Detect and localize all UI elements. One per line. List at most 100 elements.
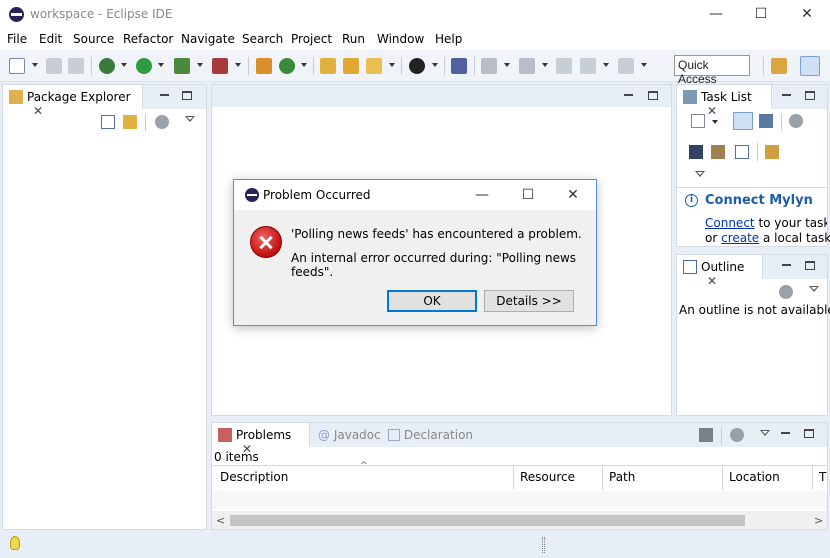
last-edit-location-icon[interactable] bbox=[556, 58, 572, 74]
quick-access-input[interactable]: Quick Access bbox=[674, 55, 750, 86]
menu-navigate[interactable]: Navigate bbox=[181, 32, 235, 46]
save-all-icon[interactable] bbox=[68, 58, 84, 74]
external-tools-icon[interactable] bbox=[212, 58, 228, 74]
previous-annotation-icon[interactable] bbox=[519, 58, 535, 74]
minimize-view-icon[interactable] bbox=[160, 94, 169, 96]
search-icon[interactable] bbox=[366, 58, 382, 74]
tab-declaration[interactable]: Declaration bbox=[388, 428, 473, 442]
scrollbar-thumb[interactable] bbox=[230, 515, 745, 526]
menu-file[interactable]: File bbox=[7, 32, 27, 46]
create-link[interactable]: create bbox=[721, 231, 759, 245]
debug-icon[interactable] bbox=[99, 58, 115, 74]
connect-link[interactable]: Connect bbox=[705, 216, 755, 230]
minimize-view-icon[interactable] bbox=[781, 432, 790, 434]
ok-button[interactable]: OK bbox=[387, 290, 477, 312]
maximize-view-icon[interactable] bbox=[182, 91, 192, 100]
tab-problems[interactable]: Problems✕ bbox=[212, 423, 310, 456]
column-type[interactable]: T bbox=[813, 466, 827, 490]
maximize-view-icon[interactable] bbox=[804, 429, 814, 438]
run-dropdown-icon[interactable] bbox=[158, 63, 164, 67]
column-description[interactable]: Description bbox=[214, 466, 514, 490]
menu-source[interactable]: Source bbox=[73, 32, 114, 46]
package-explorer-icon bbox=[9, 90, 23, 104]
open-type-icon[interactable] bbox=[320, 58, 336, 74]
menu-search[interactable]: Search bbox=[242, 32, 283, 46]
scheduled-icon[interactable] bbox=[759, 114, 773, 128]
status-divider-handle[interactable] bbox=[542, 537, 545, 553]
dialog-minimize-button[interactable]: — bbox=[472, 185, 492, 205]
open-task-icon[interactable] bbox=[343, 58, 359, 74]
tab-package-explorer[interactable]: Package Explorer✕ bbox=[3, 85, 143, 118]
horizontal-scrollbar[interactable]: < > bbox=[212, 511, 827, 529]
tab-outline[interactable]: Outline✕ bbox=[677, 255, 763, 288]
column-location[interactable]: Location bbox=[723, 466, 813, 490]
mylyn-dropdown-icon[interactable] bbox=[432, 63, 438, 67]
collapse-all-icon[interactable] bbox=[735, 145, 749, 159]
close-tab-icon[interactable]: ✕ bbox=[707, 274, 717, 288]
toggle-mark-occurrences-icon[interactable] bbox=[451, 58, 467, 74]
run-icon[interactable] bbox=[136, 58, 152, 74]
menu-edit[interactable]: Edit bbox=[39, 32, 62, 46]
close-tab-icon[interactable]: ✕ bbox=[707, 104, 717, 118]
scroll-left-icon[interactable]: < bbox=[216, 514, 225, 527]
view-menu-icon[interactable] bbox=[695, 171, 705, 177]
close-button[interactable]: ✕ bbox=[797, 4, 817, 24]
column-resource[interactable]: Resource bbox=[514, 466, 603, 490]
tab-javadoc[interactable]: @ Javadoc bbox=[318, 428, 381, 442]
search-dropdown-icon[interactable] bbox=[389, 63, 395, 67]
save-icon[interactable] bbox=[46, 58, 62, 74]
menu-refactor[interactable]: Refactor bbox=[123, 32, 173, 46]
java-perspective-icon[interactable] bbox=[800, 56, 820, 76]
coverage-icon[interactable] bbox=[174, 58, 190, 74]
dialog-maximize-button[interactable]: ☐ bbox=[518, 185, 538, 205]
menu-project[interactable]: Project bbox=[291, 32, 332, 46]
minimize-editor-icon[interactable] bbox=[624, 94, 633, 96]
maximize-view-icon[interactable] bbox=[805, 91, 815, 100]
scroll-right-icon[interactable]: > bbox=[814, 514, 823, 527]
focus-on-workweek-icon[interactable] bbox=[689, 145, 703, 159]
filter-icon[interactable] bbox=[155, 115, 169, 129]
filter-icon[interactable] bbox=[789, 114, 803, 128]
link-with-editor-icon[interactable] bbox=[123, 115, 137, 129]
open-perspective-icon[interactable] bbox=[771, 58, 787, 74]
next-annotation-icon[interactable] bbox=[481, 58, 497, 74]
minimize-view-icon[interactable] bbox=[782, 94, 791, 96]
filter-icon[interactable] bbox=[730, 428, 744, 442]
focus-on-active-task-icon[interactable] bbox=[699, 428, 713, 442]
javadoc-icon: @ bbox=[318, 428, 330, 442]
synchronize-icon[interactable] bbox=[765, 145, 779, 159]
view-menu-icon[interactable] bbox=[809, 286, 819, 292]
back-icon[interactable] bbox=[580, 58, 596, 74]
new-dropdown-icon[interactable] bbox=[32, 63, 38, 67]
tab-task-list[interactable]: Task List✕ bbox=[677, 85, 772, 118]
maximize-view-icon[interactable] bbox=[805, 261, 815, 270]
dialog-close-button[interactable]: ✕ bbox=[563, 185, 583, 205]
mylyn-icon[interactable] bbox=[409, 58, 425, 74]
maximize-editor-icon[interactable] bbox=[648, 91, 658, 100]
details-button[interactable]: Details >> bbox=[484, 290, 574, 312]
menu-run[interactable]: Run bbox=[342, 32, 365, 46]
new-class-dropdown-icon[interactable] bbox=[301, 63, 307, 67]
new-icon[interactable] bbox=[9, 58, 25, 74]
column-path[interactable]: Path bbox=[603, 466, 723, 490]
close-tab-icon[interactable]: ✕ bbox=[33, 104, 43, 118]
debug-dropdown-icon[interactable] bbox=[121, 63, 127, 67]
menu-window[interactable]: Window bbox=[377, 32, 424, 46]
lightbulb-icon bbox=[10, 536, 20, 550]
filter-icon[interactable] bbox=[779, 285, 793, 299]
view-menu-icon[interactable] bbox=[185, 116, 195, 122]
categorized-icon[interactable] bbox=[733, 112, 753, 130]
view-menu-icon[interactable] bbox=[760, 430, 770, 436]
new-java-package-icon[interactable] bbox=[256, 58, 272, 74]
hide-completed-icon[interactable] bbox=[711, 145, 725, 159]
minimize-button[interactable]: — bbox=[706, 4, 726, 24]
external-tools-dropdown-icon[interactable] bbox=[235, 63, 241, 67]
forward-icon[interactable] bbox=[618, 58, 634, 74]
coverage-dropdown-icon[interactable] bbox=[197, 63, 203, 67]
menu-help[interactable]: Help bbox=[435, 32, 462, 46]
new-task-icon[interactable] bbox=[691, 114, 705, 128]
minimize-view-icon[interactable] bbox=[782, 264, 791, 266]
collapse-all-icon[interactable] bbox=[101, 115, 115, 129]
new-java-class-icon[interactable] bbox=[279, 58, 295, 74]
maximize-button[interactable]: ☐ bbox=[751, 4, 771, 24]
